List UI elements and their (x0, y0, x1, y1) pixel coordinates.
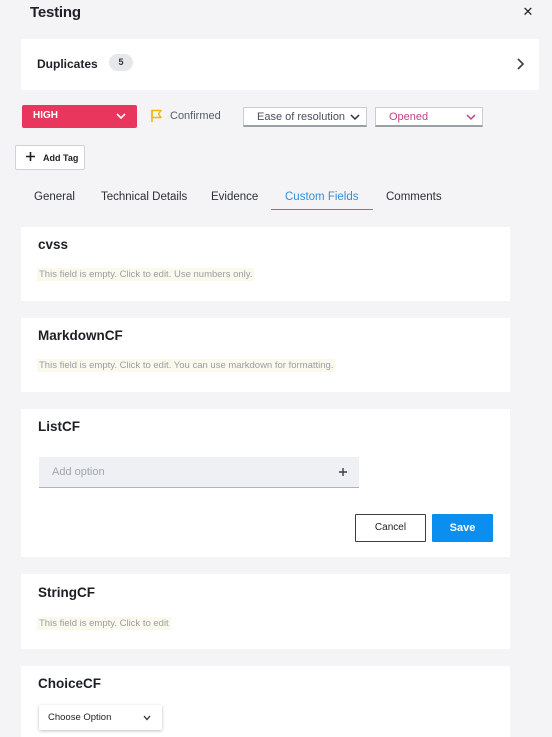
tab-custom-fields[interactable]: Custom Fields (285, 191, 359, 203)
field-card-string: StringCF This field is empty. Click to e… (21, 574, 510, 649)
field-empty-text: This field is empty. Click to edit. Use … (37, 268, 255, 281)
active-tab-indicator (271, 209, 373, 210)
plus-icon (26, 152, 35, 161)
status-dropdown[interactable]: Opened (375, 107, 483, 127)
field-empty-placeholder[interactable]: This field is empty. Click to edit. Use … (37, 268, 255, 281)
severity-dropdown[interactable]: HIGH (22, 105, 137, 128)
chevron-down-icon (350, 114, 360, 121)
field-empty-placeholder[interactable]: This field is empty. Click to edit (37, 617, 171, 630)
field-empty-text: This field is empty. Click to edit. You … (37, 359, 336, 372)
close-icon[interactable]: ✕ (521, 4, 535, 20)
page-title: Testing (30, 4, 81, 21)
tab-technical-details[interactable]: Technical Details (101, 191, 187, 203)
tab-evidence[interactable]: Evidence (211, 191, 258, 203)
chevron-right-icon (517, 58, 525, 70)
flag-icon[interactable] (150, 109, 163, 123)
field-card-cvss: cvss This field is empty. Click to edit.… (21, 227, 510, 301)
field-title: MarkdownCF (38, 328, 123, 343)
field-title: ListCF (38, 419, 80, 434)
add-option-input[interactable]: Add option (39, 457, 359, 488)
add-tag-button[interactable]: Add Tag (15, 145, 85, 170)
tab-comments[interactable]: Comments (386, 191, 442, 203)
field-card-choice: ChoiceCF Choose Option (21, 666, 510, 737)
severity-label: HIGH (33, 110, 58, 121)
field-card-list: ListCF Add option Cancel Save (21, 409, 510, 557)
ease-of-resolution-dropdown[interactable]: Ease of resolution (243, 107, 367, 127)
confirmed-status[interactable]: Confirmed (170, 110, 221, 122)
field-empty-placeholder[interactable]: This field is empty. Click to edit. You … (37, 359, 336, 372)
duplicates-label: Duplicates (37, 57, 98, 71)
ease-dropdown-label: Ease of resolution (257, 111, 346, 123)
status-dropdown-label: Opened (389, 111, 429, 123)
cancel-button[interactable]: Cancel (355, 514, 426, 542)
chevron-down-icon (116, 113, 126, 120)
field-title: StringCF (38, 585, 95, 600)
field-title: cvss (38, 237, 69, 252)
field-empty-text: This field is empty. Click to edit (37, 617, 171, 630)
field-title: ChoiceCF (38, 676, 102, 691)
choose-option-dropdown[interactable]: Choose Option (39, 705, 162, 730)
chevron-down-icon (143, 715, 151, 721)
plus-icon[interactable] (338, 467, 348, 477)
duplicates-row[interactable]: Duplicates 5 (21, 39, 539, 90)
chevron-down-icon (466, 114, 476, 121)
duplicates-count-badge: 5 (109, 54, 133, 71)
tab-general[interactable]: General (34, 191, 75, 203)
add-option-placeholder: Add option (52, 466, 105, 478)
save-button[interactable]: Save (432, 514, 493, 542)
field-card-markdown: MarkdownCF This field is empty. Click to… (21, 318, 510, 392)
add-tag-label: Add Tag (43, 153, 79, 163)
choose-option-label: Choose Option (48, 712, 112, 723)
